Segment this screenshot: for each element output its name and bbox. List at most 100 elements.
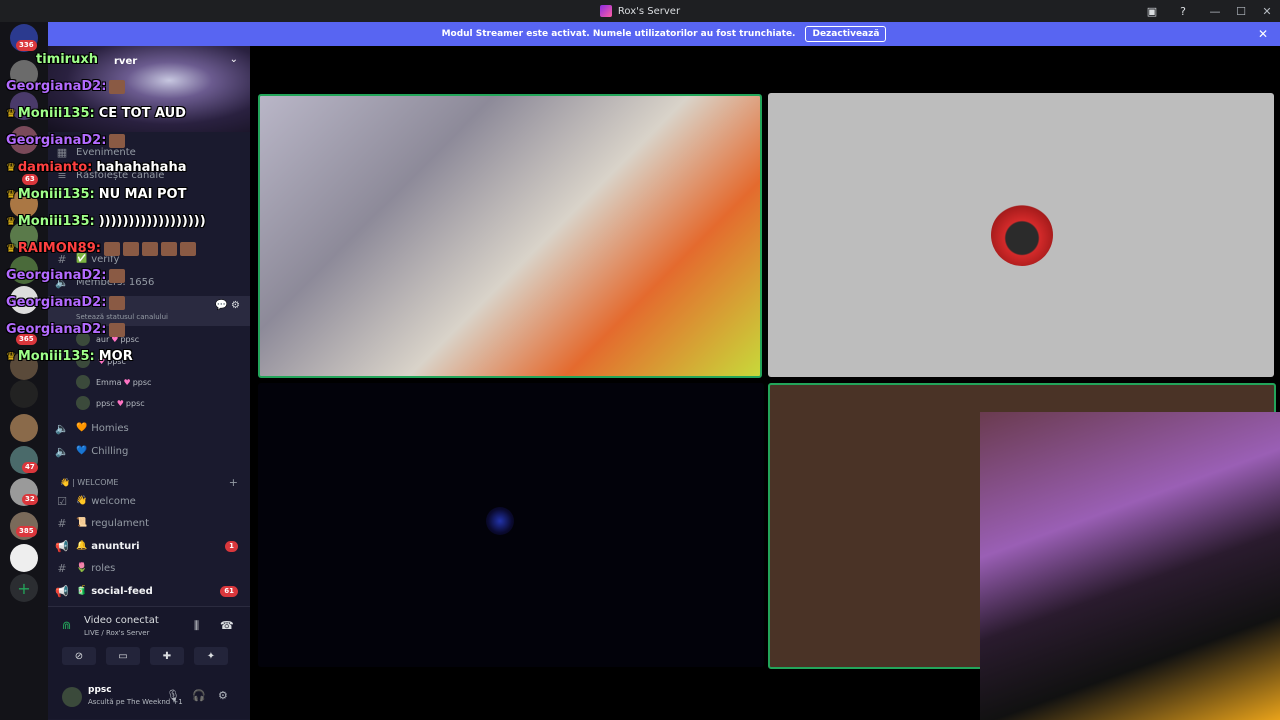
mention-badge: 365 [16, 334, 37, 345]
help-icon[interactable]: ? [1175, 3, 1191, 19]
heart-icon: ♥ [116, 398, 124, 408]
noise-suppression-icon[interactable]: ⫼ [194, 619, 199, 633]
avatar[interactable] [62, 687, 82, 707]
avatar [486, 507, 514, 535]
wave-emoji-icon: 👋 [60, 477, 70, 487]
calendar-icon: ▦ [56, 145, 68, 159]
channel-members[interactable]: 🔈 Members: 1656 [48, 272, 250, 292]
unread-badge: 1 [225, 540, 238, 552]
activity-button[interactable]: ✚ [150, 647, 184, 665]
server-icon[interactable] [10, 60, 38, 88]
voice-user[interactable]: ppsc ♥ ppsc [76, 394, 145, 412]
add-server-button[interactable]: + [10, 574, 38, 602]
server-icon[interactable] [10, 190, 38, 218]
headphones-icon[interactable]: 🎧 [192, 689, 206, 702]
channel-anunturi[interactable]: 📢 🔔 anunturi 1 [48, 536, 250, 556]
video-tile-avatar[interactable] [768, 93, 1274, 377]
window-title: Rox's Server [617, 5, 681, 17]
browse-channels-label: Răsfoiește canale [76, 169, 165, 181]
video-tile-dark[interactable] [258, 383, 764, 667]
mention-badge: 385 [16, 526, 37, 537]
disable-streamer-button[interactable]: Dezactivează [805, 26, 887, 42]
hash-icon: # [57, 561, 67, 575]
hash-icon: # [57, 252, 67, 266]
signal-icon[interactable]: ⋒ [62, 619, 71, 632]
speaker-icon: 🔈 [55, 421, 69, 435]
soundboard-button[interactable]: ✦ [194, 647, 228, 665]
voice-location[interactable]: LIVE / Rox's Server [84, 629, 150, 637]
chat-settings-icons[interactable]: 💬 ⚙ [215, 300, 240, 311]
list-icon: ≡ [57, 168, 67, 182]
server-icon[interactable] [10, 126, 38, 154]
screen-share-button[interactable]: ▭ [106, 647, 140, 665]
server-icon[interactable] [10, 286, 38, 314]
server-icon[interactable] [10, 92, 38, 120]
announcement-icon: 📢 [55, 584, 69, 598]
streamer-webcam [980, 412, 1280, 720]
voice-channel-homies[interactable]: 🔈 🧡 Homies [48, 418, 250, 438]
category-welcome[interactable]: 👋 | WELCOME + [48, 472, 250, 492]
avatar [991, 204, 1053, 266]
channel-social-feed[interactable]: 📢 🧃 social-feed 61 [48, 581, 250, 601]
server-icon[interactable] [10, 544, 38, 572]
speaker-icon: 🔈 [55, 444, 69, 458]
channel-status-prompt[interactable]: Setează statusul canalului [76, 313, 168, 321]
disconnect-icon[interactable]: ☎ [220, 619, 234, 632]
voice-user[interactable]: ♥ ppsc [76, 352, 126, 370]
members-count: Members: 1656 [76, 276, 155, 288]
server-icon[interactable] [10, 256, 38, 284]
avatar [76, 396, 90, 410]
server-icon [599, 5, 612, 17]
window-controls: — ☐ ✕ [1202, 0, 1280, 22]
channel-sidebar: rver ⌄ ▦ Evenimente ≡ Răsfoiește canale … [48, 46, 250, 720]
username: ppsc [88, 685, 112, 695]
channel-verify[interactable]: # ✅ verify [48, 249, 250, 269]
video-tile-camera[interactable] [258, 94, 762, 378]
unread-badge: 61 [220, 585, 238, 597]
server-rail: 336 63 365 47 32 385 + [0, 22, 48, 720]
check-emoji-icon: ✅ [76, 254, 88, 264]
server-icon[interactable] [10, 222, 38, 250]
voice-user[interactable]: Emma ♥ ppsc [76, 373, 151, 391]
server-icon[interactable] [10, 414, 38, 442]
checkbox-channel-icon: ☑ [57, 494, 67, 508]
gear-icon[interactable]: ⚙ [218, 689, 228, 702]
mention-badge: 336 [16, 40, 37, 51]
heart-icon: ♥ [98, 356, 106, 366]
close-icon[interactable]: ✕ [1258, 27, 1268, 41]
voice-status: Video conectat [84, 615, 159, 626]
microphone-icon[interactable]: 🎙 [166, 689, 180, 702]
server-icon[interactable] [10, 380, 38, 408]
avatar [76, 354, 90, 368]
banner-text: Modul Streamer este activat. Numele util… [441, 29, 796, 39]
channel-label: verify [91, 253, 120, 265]
streamer-mode-banner: Modul Streamer este activat. Numele util… [48, 22, 1280, 46]
voice-user[interactable]: aur ♥ ppsc [76, 330, 139, 348]
maximize-button[interactable]: ☐ [1228, 0, 1254, 22]
plus-icon[interactable]: + [229, 476, 238, 489]
minimize-button[interactable]: — [1202, 0, 1228, 22]
voice-channel-active[interactable]: 💬 ⚙ Setează statusul canalului [48, 296, 250, 326]
hash-icon: # [57, 516, 67, 530]
channel-welcome[interactable]: ☑ 👋 welcome [48, 491, 250, 511]
channel-roles[interactable]: # 🌷 roles [48, 558, 250, 578]
camera-off-button[interactable]: ⊘ [62, 647, 96, 665]
heart-icon: ♥ [111, 334, 119, 344]
close-window-button[interactable]: ✕ [1254, 0, 1280, 22]
browse-channels-item[interactable]: ≡ Răsfoiește canale [48, 165, 250, 185]
channel-regulament[interactable]: # 📜 regulament [48, 513, 250, 533]
speaker-icon: 🔈 [55, 275, 69, 289]
events-label: Evenimente [76, 146, 136, 158]
voice-channel-chilling[interactable]: 🔈 💙 Chilling [48, 441, 250, 461]
heart-icon: ♥ [123, 377, 131, 387]
mention-badge: 47 [22, 462, 38, 473]
inbox-icon[interactable]: ▣ [1144, 3, 1160, 19]
server-header[interactable]: rver ⌄ [48, 46, 250, 132]
server-icon[interactable] [10, 352, 38, 380]
avatar [76, 375, 90, 389]
events-item[interactable]: ▦ Evenimente [48, 142, 250, 162]
chevron-down-icon[interactable]: ⌄ [230, 54, 238, 65]
avatar [76, 332, 90, 346]
server-name: rver [114, 56, 138, 67]
mention-badge: 63 [22, 174, 38, 185]
